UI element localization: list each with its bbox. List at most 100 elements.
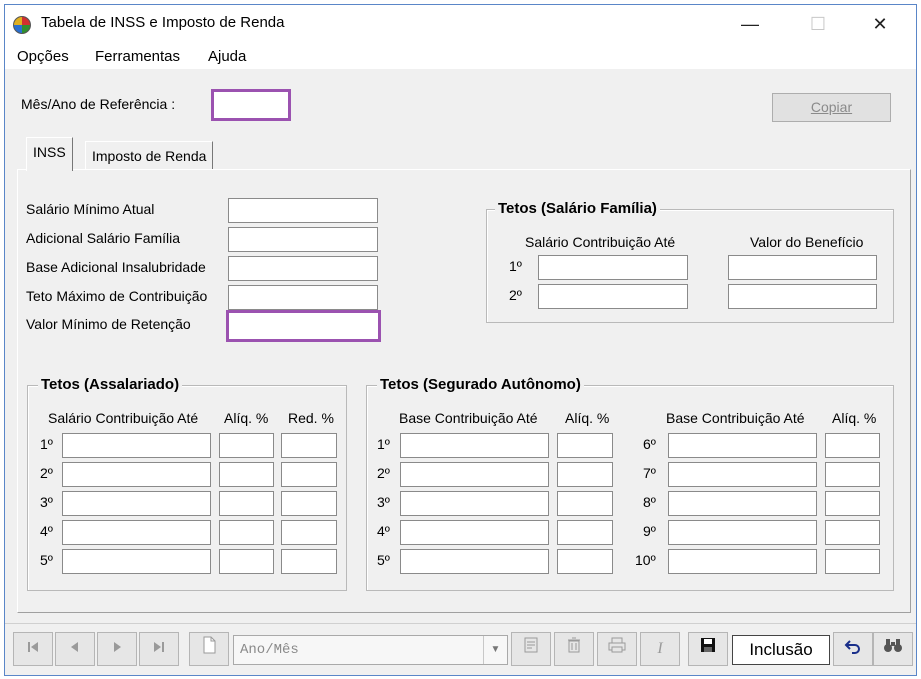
base-insalubridade-input[interactable] <box>228 256 378 281</box>
menu-ajuda[interactable]: Ajuda <box>208 48 246 65</box>
ref-month-label: Mês/Ano de Referência : <box>21 96 176 112</box>
assalariado-salario-input[interactable] <box>62 462 211 487</box>
autonomo-aliq-input[interactable] <box>557 549 613 574</box>
assalariado-col-aliq: Alíq. % <box>224 410 269 426</box>
print-icon[interactable] <box>597 632 637 666</box>
assalariado-salario-input[interactable] <box>62 520 211 545</box>
assalariado-aliq-input[interactable] <box>219 491 274 516</box>
navigation-toolbar: Ano/Mês ▼ I Inclusão <box>5 623 916 675</box>
assalariado-row-label: 5º <box>40 552 53 568</box>
salario-minimo-input[interactable] <box>228 198 378 223</box>
autonomo-row-label: 1º <box>377 436 390 452</box>
familia-salario-input[interactable] <box>538 255 688 280</box>
valor-minimo-input[interactable] <box>226 310 381 342</box>
assalariado-red-input[interactable] <box>281 491 337 516</box>
previous-record-icon[interactable] <box>55 632 95 666</box>
familia-salario-input[interactable] <box>538 284 688 309</box>
italic-icon[interactable]: I <box>640 632 680 666</box>
assalariado-salario-input[interactable] <box>62 491 211 516</box>
autonomo-row-label: 9º <box>643 523 656 539</box>
delete-record-icon[interactable] <box>554 632 594 666</box>
autonomo-base-input[interactable] <box>668 491 817 516</box>
search-binoculars-icon[interactable] <box>873 632 913 666</box>
familia-col-beneficio: Valor do Benefício <box>750 234 864 250</box>
assalariado-row-label: 1º <box>40 436 53 452</box>
autonomo-aliq-input[interactable] <box>825 520 880 545</box>
autonomo-row-label: 5º <box>377 552 390 568</box>
next-record-icon[interactable] <box>97 632 137 666</box>
close-button[interactable]: ✕ <box>857 9 903 39</box>
assalariado-aliq-input[interactable] <box>219 549 274 574</box>
first-record-icon[interactable] <box>13 632 53 666</box>
autonomo-base-input[interactable] <box>400 549 549 574</box>
autonomo-base-input[interactable] <box>400 433 549 458</box>
tab-inss[interactable]: INSS <box>26 137 73 171</box>
edit-record-icon[interactable] <box>511 632 551 666</box>
new-document-icon[interactable] <box>189 632 229 666</box>
period-combo-text: Ano/Mês <box>240 642 299 658</box>
assalariado-red-input[interactable] <box>281 549 337 574</box>
assalariado-aliq-input[interactable] <box>219 433 274 458</box>
teto-maximo-input[interactable] <box>228 285 378 310</box>
familia-col-salario: Salário Contribuição Até <box>525 234 676 250</box>
assalariado-aliq-input[interactable] <box>219 520 274 545</box>
ref-month-input[interactable] <box>211 89 291 121</box>
save-icon[interactable] <box>688 632 728 666</box>
autonomo-base-input[interactable] <box>400 462 549 487</box>
assalariado-aliq-input[interactable] <box>219 462 274 487</box>
autonomo-aliq-input[interactable] <box>825 433 880 458</box>
autonomo-row-label: 2º <box>377 465 390 481</box>
last-record-icon[interactable] <box>139 632 179 666</box>
assalariado-salario-input[interactable] <box>62 549 211 574</box>
assalariado-col-salario: Salário Contribuição Até <box>48 410 199 426</box>
autonomo-row-label: 8º <box>643 494 656 510</box>
autonomo-base-input[interactable] <box>668 462 817 487</box>
main-window: Tabela de INSS e Imposto de Renda — ☐ ✕ … <box>4 4 917 676</box>
assalariado-red-input[interactable] <box>281 462 337 487</box>
maximize-button[interactable]: ☐ <box>795 9 841 39</box>
teto-maximo-label: Teto Máximo de Contribuição <box>26 288 208 304</box>
autonomo-col-base: Base Contribuição Até <box>399 410 538 426</box>
copy-button[interactable]: Copiar <box>772 93 891 122</box>
adicional-familia-input[interactable] <box>228 227 378 252</box>
familia-beneficio-input[interactable] <box>728 255 877 280</box>
assalariado-row-label: 2º <box>40 465 53 481</box>
familia-row-label: 1º <box>509 258 522 274</box>
assalariado-row-label: 3º <box>40 494 53 510</box>
autonomo-row-label: 3º <box>377 494 390 510</box>
assalariado-red-input[interactable] <box>281 433 337 458</box>
tab-imposto-renda[interactable]: Imposto de Renda <box>85 141 214 169</box>
period-combo[interactable]: Ano/Mês ▼ <box>233 635 508 665</box>
minimize-button[interactable]: — <box>727 9 773 39</box>
assalariado-group: Tetos (Assalariado) Salário Contribuição… <box>27 376 347 591</box>
menu-opcoes[interactable]: Opções <box>17 48 69 65</box>
undo-icon[interactable] <box>833 632 873 666</box>
menu-ferramentas[interactable]: Ferramentas <box>95 48 180 65</box>
autonomo-aliq-input[interactable] <box>557 462 613 487</box>
autonomo-aliq-input[interactable] <box>825 491 880 516</box>
autonomo-aliq-input[interactable] <box>557 520 613 545</box>
autonomo-col-aliq-right: Alíq. % <box>832 410 877 426</box>
autonomo-aliq-input[interactable] <box>825 549 880 574</box>
familia-beneficio-input[interactable] <box>728 284 877 309</box>
valor-minimo-label: Valor Mínimo de Retenção <box>26 316 191 332</box>
salario-minimo-label: Salário Mínimo Atual <box>26 201 155 217</box>
autonomo-aliq-input[interactable] <box>557 491 613 516</box>
familia-group: Tetos (Salário Família) Salário Contribu… <box>486 200 894 323</box>
assalariado-row-label: 4º <box>40 523 53 539</box>
assalariado-red-input[interactable] <box>281 520 337 545</box>
autonomo-aliq-input[interactable] <box>825 462 880 487</box>
window-title: Tabela de INSS e Imposto de Renda <box>41 14 285 31</box>
autonomo-base-input[interactable] <box>668 549 817 574</box>
adicional-familia-label: Adicional Salário Família <box>26 230 181 246</box>
autonomo-row-label: 6º <box>643 436 656 452</box>
autonomo-aliq-input[interactable] <box>557 433 613 458</box>
autonomo-base-input[interactable] <box>400 520 549 545</box>
autonomo-base-input[interactable] <box>668 520 817 545</box>
menu-bar: Opções Ferramentas Ajuda <box>5 43 916 69</box>
chevron-down-icon[interactable]: ▼ <box>483 636 507 664</box>
assalariado-salario-input[interactable] <box>62 433 211 458</box>
autonomo-base-input[interactable] <box>668 433 817 458</box>
assalariado-col-red: Red. % <box>288 410 334 426</box>
autonomo-base-input[interactable] <box>400 491 549 516</box>
